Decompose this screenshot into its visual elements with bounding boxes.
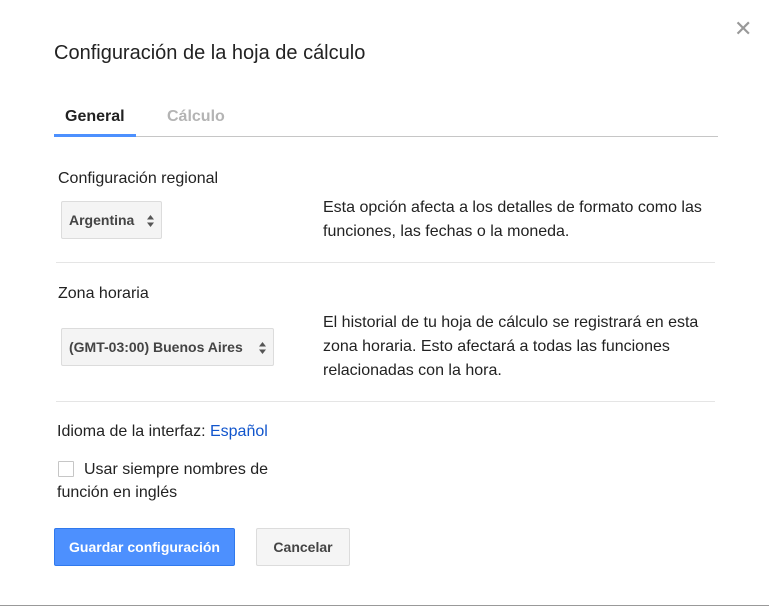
separator xyxy=(56,262,715,263)
tab-general[interactable]: General xyxy=(54,104,136,137)
close-icon[interactable]: ✕ xyxy=(734,18,752,40)
select-arrows-icon xyxy=(259,342,266,354)
tab-calculo[interactable]: Cálculo xyxy=(156,104,236,137)
cancel-button[interactable]: Cancelar xyxy=(256,528,350,566)
language-link[interactable]: Español xyxy=(210,423,268,440)
save-button[interactable]: Guardar configuración xyxy=(54,528,235,566)
language-label: Idioma de la interfaz: xyxy=(57,423,206,440)
separator xyxy=(56,401,715,402)
tab-bar: General Cálculo xyxy=(54,104,718,137)
timezone-label: Zona horaria xyxy=(58,285,149,302)
dialog-title: Configuración de la hoja de cálculo xyxy=(54,42,366,64)
timezone-select[interactable]: (GMT-03:00) Buenos Aires xyxy=(61,328,274,366)
locale-select[interactable]: Argentina xyxy=(61,201,162,239)
timezone-description: El historial de tu hoja de cálculo se re… xyxy=(323,314,699,379)
english-functions-checkbox[interactable] xyxy=(58,461,74,477)
english-functions-label: Usar siempre nombres de función en inglé… xyxy=(57,461,269,501)
locale-description: Esta opción afecta a los detalles de for… xyxy=(323,199,702,240)
language-row: Idioma de la interfaz: Español xyxy=(57,423,268,441)
locale-label: Configuración regional xyxy=(58,170,219,187)
select-arrows-icon xyxy=(147,215,154,227)
settings-dialog: ✕ Configuración de la hoja de cálculo Ge… xyxy=(0,0,769,606)
timezone-select-value: (GMT-03:00) Buenos Aires xyxy=(69,339,243,355)
locale-select-value: Argentina xyxy=(69,212,135,228)
